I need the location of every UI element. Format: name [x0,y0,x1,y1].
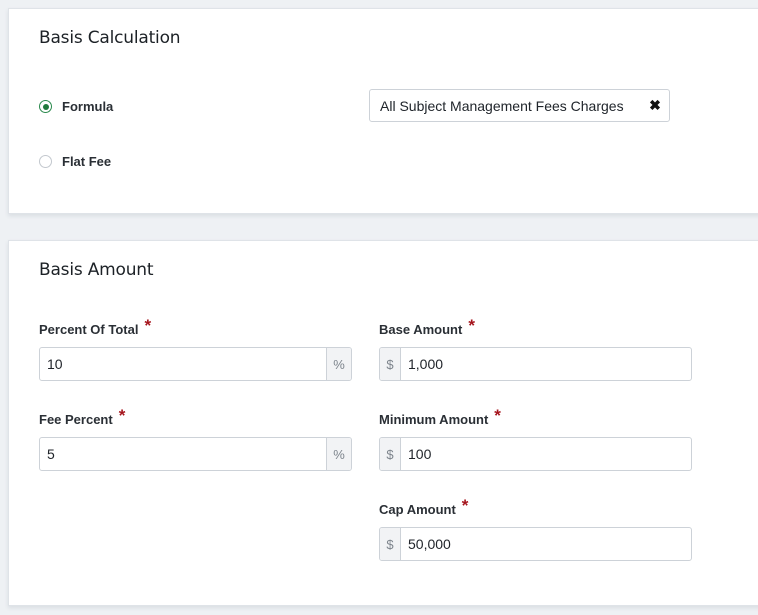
fee-percent-field: % [39,437,352,471]
cap-amount-label: Cap Amount * [379,496,469,519]
required-marker: * [494,406,501,425]
percent-of-total-label-text: Percent Of Total [39,322,139,337]
percent-of-total-input[interactable] [40,348,326,380]
selected-charge-text: All Subject Management Fees Charges [380,97,624,114]
clear-icon[interactable]: ✖ [641,97,669,114]
formula-radio-icon[interactable] [39,100,52,113]
formula-radio-label: Formula [62,99,114,114]
required-marker: * [144,316,152,335]
minimum-amount-label: Minimum Amount * [379,406,501,429]
formula-radio-option[interactable]: Formula [39,99,113,114]
dollar-prefix: $ [380,528,401,560]
percent-suffix: % [326,348,351,380]
basis-amount-title: Basis Amount [39,260,154,280]
basis-calculation-card: Basis Calculation Formula Flat Fee All S… [8,8,758,214]
base-amount-label-text: Base Amount [379,322,463,337]
required-marker: * [118,406,126,425]
charge-selector[interactable]: All Subject Management Fees Charges ✖ [369,89,670,122]
cap-amount-label-text: Cap Amount [379,502,456,517]
minimum-amount-input[interactable] [401,438,691,470]
dollar-prefix: $ [380,438,401,470]
minimum-amount-label-text: Minimum Amount [379,412,489,427]
fee-percent-label-text: Fee Percent [39,412,113,427]
required-marker: * [468,316,475,335]
dollar-prefix: $ [380,348,401,380]
percent-of-total-field: % [39,347,352,381]
basis-amount-card: Basis Amount Percent Of Total * % Fee Per… [8,240,758,606]
percent-of-total-label: Percent Of Total * [39,316,152,339]
flat-fee-radio-label: Flat Fee [62,154,112,169]
cap-amount-field: $ [379,527,692,561]
percent-suffix: % [326,438,351,470]
cap-amount-input[interactable] [401,528,691,560]
basis-calculation-title: Basis Calculation [39,28,181,48]
base-amount-input[interactable] [401,348,691,380]
fee-percent-input[interactable] [40,438,326,470]
base-amount-field: $ [379,347,692,381]
flat-fee-radio-option[interactable]: Flat Fee [39,154,111,169]
minimum-amount-field: $ [379,437,692,471]
flat-fee-radio-icon[interactable] [39,155,52,168]
fee-percent-label: Fee Percent * [39,406,126,429]
required-marker: * [461,496,469,515]
base-amount-label: Base Amount * [379,316,475,339]
